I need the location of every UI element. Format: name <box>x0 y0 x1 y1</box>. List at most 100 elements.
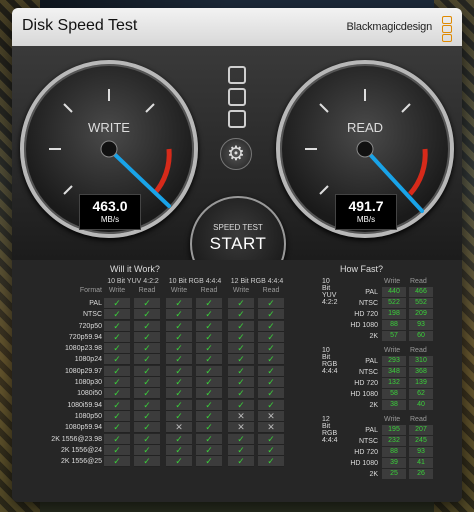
write-column-header: Write <box>170 287 188 294</box>
cross-icon: ✕ <box>258 422 284 434</box>
check-icon: ✓ <box>134 410 160 422</box>
check-icon: ✓ <box>134 298 160 309</box>
check-icon: ✓ <box>104 444 130 456</box>
check-icon: ✓ <box>166 343 192 355</box>
write-fps-value: 195 <box>382 425 406 435</box>
check-icon: ✓ <box>228 309 254 321</box>
check-icon: ✓ <box>166 388 192 400</box>
write-column-header: Write <box>384 347 401 354</box>
check-icon: ✓ <box>196 388 222 400</box>
gear-icon[interactable]: ⚙ <box>220 138 252 170</box>
read-column-header: Read <box>138 287 156 294</box>
check-icon: ✓ <box>196 354 222 366</box>
check-icon: ✓ <box>228 388 254 400</box>
check-icon: ✓ <box>228 399 254 411</box>
check-icon: ✓ <box>134 433 160 445</box>
check-icon: ✓ <box>228 298 254 309</box>
read-fps-value: 552 <box>409 298 433 308</box>
check-icon: ✓ <box>134 422 160 434</box>
check-icon: ✓ <box>196 433 222 445</box>
check-icon: ✓ <box>196 444 222 456</box>
format-label: NTSC <box>82 311 102 319</box>
check-icon: ✓ <box>104 433 130 445</box>
read-fps-value: 466 <box>409 287 433 297</box>
format-label: 1080p23.98 <box>65 345 102 353</box>
check-icon: ✓ <box>228 354 254 366</box>
read-fps-value: 368 <box>409 367 433 377</box>
check-icon: ✓ <box>196 309 222 321</box>
check-icon: ✓ <box>166 320 192 332</box>
write-fps-value: 39 <box>382 458 406 468</box>
read-value: 491.7 <box>348 198 384 214</box>
write-fps-value: 522 <box>382 298 406 308</box>
check-icon: ✓ <box>196 365 222 377</box>
check-icon: ✓ <box>258 354 284 366</box>
check-icon: ✓ <box>258 320 284 332</box>
read-column-header: Read <box>200 287 218 294</box>
check-icon: ✓ <box>134 399 160 411</box>
check-icon: ✓ <box>134 343 160 355</box>
resolution-label: NTSC <box>358 438 378 445</box>
check-icon: ✓ <box>134 444 160 456</box>
resolution-label: 2K <box>369 333 378 340</box>
write-column-header: Write <box>384 416 401 423</box>
check-icon: ✓ <box>104 365 130 377</box>
read-column-header: Read <box>410 347 427 354</box>
write-column-header: Write <box>384 278 401 285</box>
write-fps-value: 232 <box>382 436 406 446</box>
check-icon: ✓ <box>196 399 222 411</box>
check-icon: ✓ <box>196 343 222 355</box>
check-icon: ✓ <box>134 388 160 400</box>
check-icon: ✓ <box>196 422 222 434</box>
format-label: 2K 1556@25 <box>61 458 102 466</box>
read-fps-value: 207 <box>409 425 433 435</box>
write-fps-value: 198 <box>382 309 406 319</box>
resolution-label: HD 720 <box>354 380 378 387</box>
read-fps-value: 93 <box>409 320 433 330</box>
check-icon: ✓ <box>104 377 130 389</box>
check-icon: ✓ <box>258 377 284 389</box>
read-column-header: Read <box>262 287 280 294</box>
format-header: Format <box>79 287 102 294</box>
write-fps-value: 132 <box>382 378 406 388</box>
check-icon: ✓ <box>104 320 130 332</box>
format-label: 1080p29.97 <box>65 367 102 375</box>
check-icon: ✓ <box>166 331 192 343</box>
check-icon: ✓ <box>228 343 254 355</box>
check-icon: ✓ <box>228 365 254 377</box>
cross-icon: ✕ <box>228 422 254 434</box>
window-title: Disk Speed Test <box>22 17 138 34</box>
check-icon: ✓ <box>228 377 254 389</box>
write-fps-value: 25 <box>382 469 406 479</box>
check-icon: ✓ <box>104 422 130 434</box>
check-icon: ✓ <box>134 456 160 468</box>
write-label: WRITE <box>88 120 130 135</box>
format-group-header: 12 Bit RGB 4:4:4 <box>230 278 284 285</box>
cross-icon: ✕ <box>228 410 254 422</box>
resolution-label: HD 1080 <box>350 460 378 467</box>
read-label: READ <box>346 120 384 135</box>
check-icon: ✓ <box>258 331 284 343</box>
check-icon: ✓ <box>166 298 192 309</box>
check-icon: ✓ <box>228 456 254 468</box>
title-bar[interactable]: Disk Speed Test Blackmagicdesign <box>12 8 462 47</box>
resolution-label: HD 1080 <box>350 322 378 329</box>
results-panel: Will it Work? How Fast? 10 Bit YUV 4:2:2… <box>12 260 462 502</box>
will-it-work-title: Will it Work? <box>110 264 160 274</box>
check-icon: ✓ <box>104 298 130 309</box>
resolution-label: 2K <box>369 471 378 478</box>
check-icon: ✓ <box>166 444 192 456</box>
resolution-label: 2K <box>369 402 378 409</box>
write-gauge: WRITE 463.0 MB/s <box>20 60 198 238</box>
check-icon: ✓ <box>196 456 222 468</box>
check-icon: ✓ <box>104 343 130 355</box>
check-icon: ✓ <box>166 309 192 321</box>
write-value: 463.0 <box>92 198 128 214</box>
format-label: 1080i59.94 <box>67 401 102 409</box>
write-fps-value: 57 <box>382 331 406 341</box>
gauge-panel: WRITE 463.0 MB/s ⚙ READ 491.7 MB/s SPEED… <box>12 46 462 292</box>
format-label: 720p59.94 <box>68 333 102 341</box>
how-fast-title: How Fast? <box>340 264 384 274</box>
check-icon: ✓ <box>104 410 130 422</box>
check-icon: ✓ <box>134 354 160 366</box>
